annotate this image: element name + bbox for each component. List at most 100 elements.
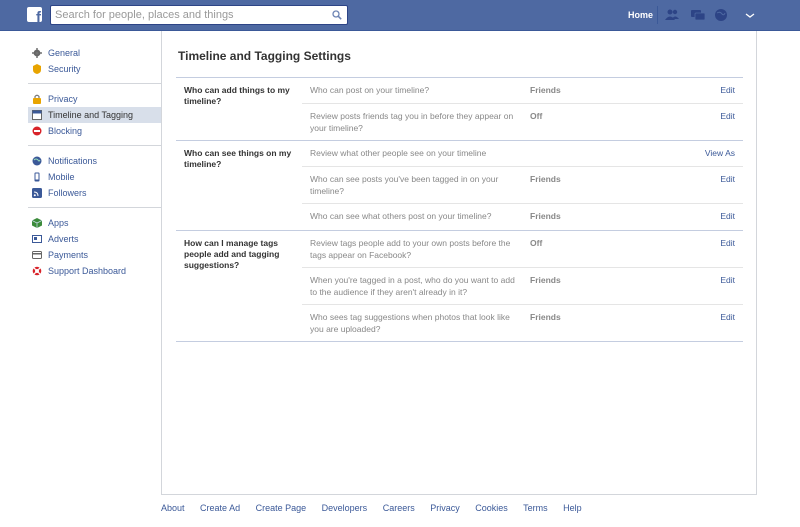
card-icon	[32, 251, 42, 259]
friend-requests-icon[interactable]	[664, 8, 680, 22]
sidebar-group-apps: Apps Adverts Payments Support Dashboard	[28, 215, 161, 285]
sidebar-group-privacy: Privacy Timeline and Tagging Blocking	[28, 91, 161, 146]
footer-link-about[interactable]: About	[161, 503, 185, 513]
settings-row[interactable]: Review posts friends tag you in before t…	[302, 104, 743, 140]
edit-link[interactable]: Edit	[720, 110, 735, 122]
setting-value: Friends	[530, 211, 561, 221]
timeline-icon	[32, 110, 42, 120]
footer-link-cookies[interactable]: Cookies	[475, 503, 508, 513]
settings-row[interactable]: Who can post on your timeline? Friends E…	[302, 78, 743, 104]
adverts-icon	[32, 235, 42, 243]
settings-section: Who can add things to my timeline? Who c…	[176, 77, 743, 140]
setting-question: Who sees tag suggestions when photos tha…	[310, 312, 510, 334]
settings-section: How can I manage tags people add and tag…	[176, 230, 743, 342]
sidebar-item-privacy[interactable]: Privacy	[28, 91, 161, 107]
setting-question: Who can see what others post on your tim…	[310, 211, 492, 221]
footer-links: About Create Ad Create Page Developers C…	[161, 503, 595, 513]
footer-link-create-page[interactable]: Create Page	[256, 503, 307, 513]
sidebar-item-label: Payments	[48, 250, 89, 260]
sidebar-item-followers[interactable]: Followers	[28, 185, 161, 201]
sidebar-item-label: Security	[48, 64, 81, 74]
settings-row[interactable]: Review tags people add to your own posts…	[302, 231, 743, 268]
edit-link[interactable]: Edit	[720, 210, 735, 222]
settings-row[interactable]: Who can see what others post on your tim…	[302, 204, 743, 230]
sidebar-item-label: Privacy	[48, 94, 78, 104]
sidebar-item-label: Blocking	[48, 126, 83, 136]
mobile-icon	[34, 172, 40, 182]
sidebar-item-label: Notifications	[48, 156, 98, 166]
sidebar-item-apps[interactable]: Apps	[28, 215, 161, 231]
account-menu-chevron-icon[interactable]	[742, 8, 758, 22]
view-as-link[interactable]: View As	[705, 147, 735, 159]
section-label: Who can add things to my timeline?	[184, 85, 290, 106]
notifications-globe-icon[interactable]	[713, 8, 729, 22]
sidebar-item-blocking[interactable]: Blocking	[28, 123, 161, 139]
sidebar-item-label: Timeline and Tagging	[48, 110, 134, 120]
footer-link-create-ad[interactable]: Create Ad	[200, 503, 240, 513]
sidebar-item-label: Followers	[48, 188, 87, 198]
sidebar-item-security[interactable]: Security	[28, 61, 161, 77]
block-icon	[32, 126, 42, 136]
sidebar-item-label: Apps	[48, 218, 69, 228]
setting-value: Off	[530, 238, 543, 248]
settings-row[interactable]: When you're tagged in a post, who do you…	[302, 268, 743, 305]
settings-sidebar: General Security Privacy Timeline and Ta…	[28, 45, 161, 292]
settings-section: Who can see things on my timeline? Revie…	[176, 140, 743, 230]
sidebar-item-payments[interactable]: Payments	[28, 247, 161, 263]
sidebar-item-label: Support Dashboard	[48, 266, 127, 276]
sidebar-item-adverts[interactable]: Adverts	[28, 231, 161, 247]
footer-link-careers[interactable]: Careers	[383, 503, 415, 513]
sidebar-item-mobile[interactable]: Mobile	[28, 169, 161, 185]
edit-link[interactable]: Edit	[720, 274, 735, 286]
search-input[interactable]	[55, 8, 325, 22]
footer-link-developers[interactable]: Developers	[322, 503, 368, 513]
setting-question: Who can post on your timeline?	[310, 85, 430, 95]
setting-question: Review what other people see on your tim…	[310, 148, 487, 158]
cube-icon	[32, 218, 42, 228]
settings-row[interactable]: Review what other people see on your tim…	[302, 141, 743, 167]
sidebar-group-notifications: Notifications Mobile Followers	[28, 153, 161, 208]
section-label: How can I manage tags people add and tag…	[184, 238, 280, 270]
sidebar-item-label: Adverts	[48, 234, 79, 244]
search-box[interactable]	[50, 5, 348, 25]
setting-question: Review posts friends tag you in before t…	[310, 111, 514, 133]
sidebar-item-general[interactable]: General	[28, 45, 161, 61]
messages-icon[interactable]	[690, 8, 706, 22]
footer-link-privacy[interactable]: Privacy	[430, 503, 460, 513]
edit-link[interactable]: Edit	[720, 311, 735, 323]
section-label: Who can see things on my timeline?	[184, 148, 292, 169]
top-navigation-bar: f Home	[0, 0, 800, 31]
gear-icon	[32, 48, 42, 58]
badge-icon	[33, 64, 41, 74]
setting-value: Off	[530, 111, 543, 121]
setting-question: When you're tagged in a post, who do you…	[310, 275, 515, 297]
edit-link[interactable]: Edit	[720, 173, 735, 185]
edit-link[interactable]: Edit	[720, 84, 735, 96]
settings-row[interactable]: Who can see posts you've been tagged in …	[302, 167, 743, 204]
footer-link-help[interactable]: Help	[563, 503, 582, 513]
setting-value: Friends	[530, 174, 561, 184]
sidebar-item-notifications[interactable]: Notifications	[28, 153, 161, 169]
lifebuoy-icon	[32, 266, 42, 276]
lock-icon	[33, 94, 41, 104]
sidebar-group-account: General Security	[28, 45, 161, 84]
sidebar-item-support-dashboard[interactable]: Support Dashboard	[28, 263, 161, 279]
sidebar-item-label: General	[48, 48, 81, 58]
sidebar-item-timeline-and-tagging[interactable]: Timeline and Tagging	[28, 107, 161, 123]
footer-link-terms[interactable]: Terms	[523, 503, 548, 513]
sidebar-item-label: Mobile	[48, 172, 75, 182]
settings-table: Who can add things to my timeline? Who c…	[176, 77, 743, 342]
page-title: Timeline and Tagging Settings	[178, 49, 351, 63]
settings-row[interactable]: Who sees tag suggestions when photos tha…	[302, 305, 743, 341]
globe-icon	[32, 156, 42, 166]
setting-question: Review tags people add to your own posts…	[310, 238, 511, 260]
home-link[interactable]: Home	[628, 10, 653, 20]
settings-main-panel: Timeline and Tagging Settings Who can ad…	[161, 31, 757, 495]
setting-value: Friends	[530, 275, 561, 285]
edit-link[interactable]: Edit	[720, 237, 735, 249]
rss-icon	[32, 188, 42, 198]
facebook-logo-icon[interactable]: f	[27, 7, 42, 22]
topbar-divider	[657, 6, 658, 24]
setting-question: Who can see posts you've been tagged in …	[310, 174, 499, 196]
search-icon[interactable]	[332, 10, 342, 20]
